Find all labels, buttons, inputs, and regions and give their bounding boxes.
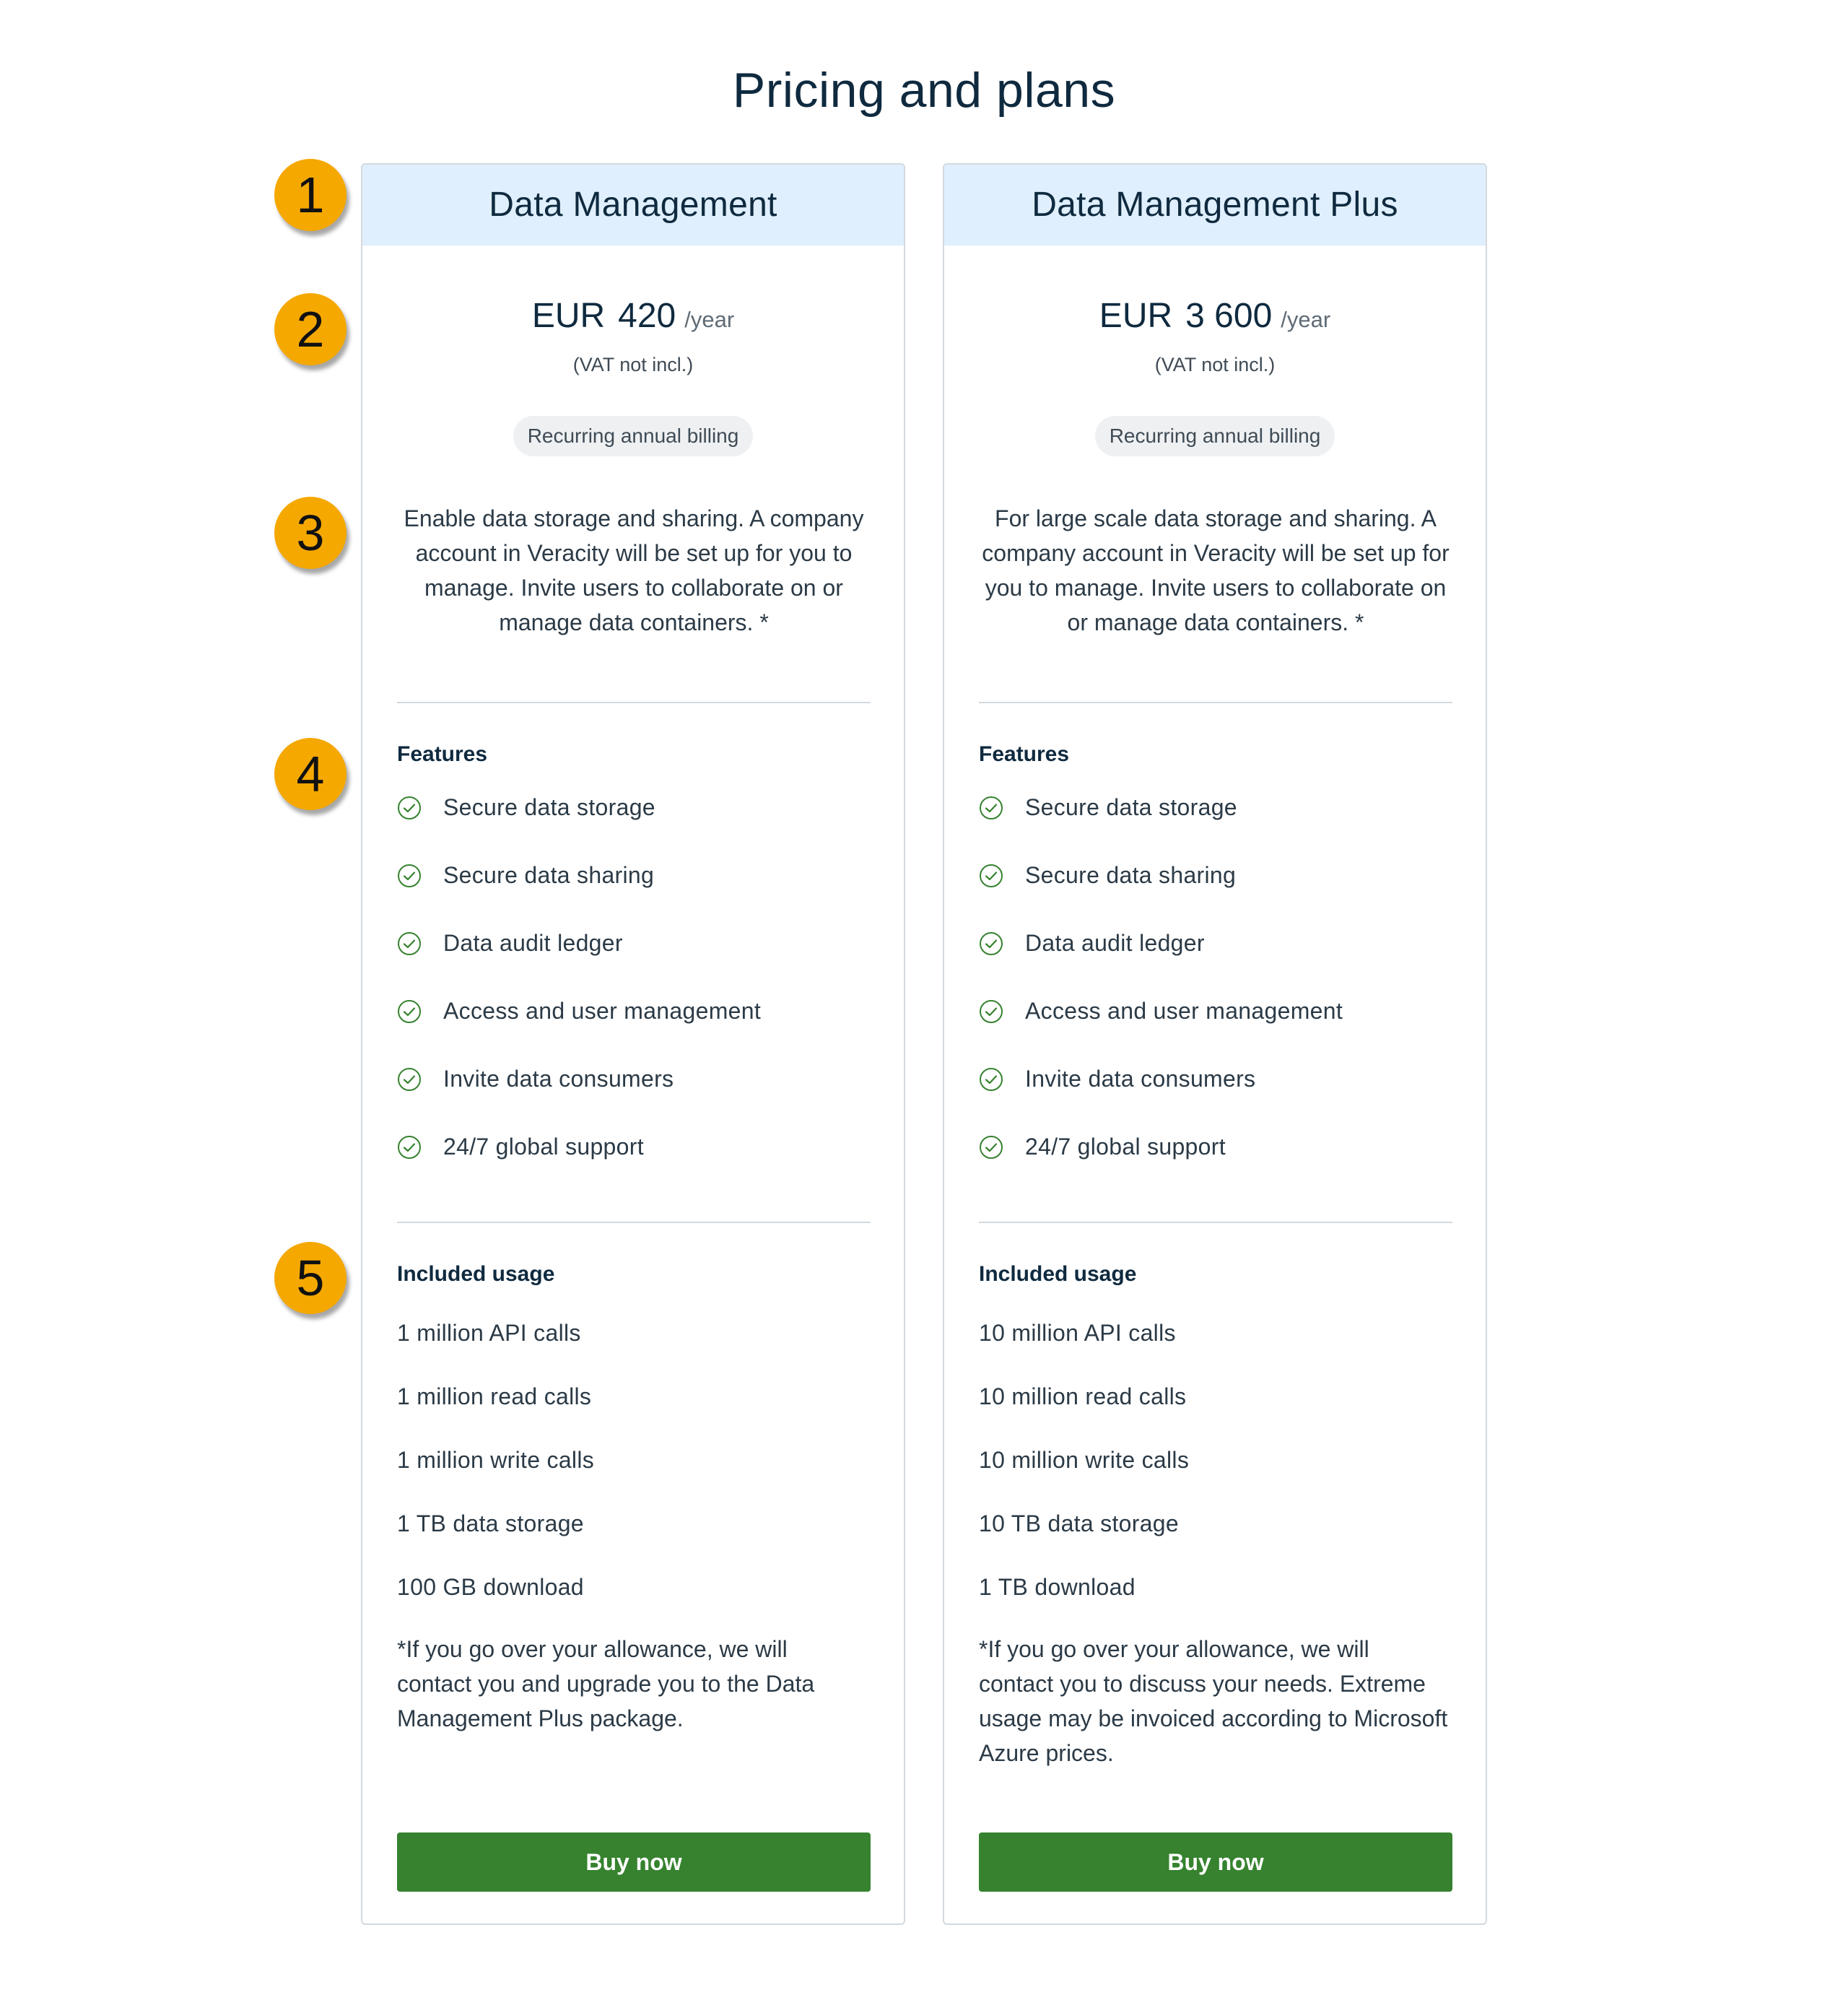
feature-label: Data audit ledger <box>443 930 623 956</box>
price-amount: 420 <box>618 297 676 335</box>
feature-label: Access and user management <box>1025 998 1343 1024</box>
feature-label: Secure data storage <box>1025 794 1237 820</box>
price-period: /year <box>1281 307 1331 332</box>
check-circle-icon <box>398 796 421 819</box>
feature-item: Invite data consumers <box>979 1064 1455 1132</box>
price: EUR 420/year <box>362 296 904 336</box>
features-title: Features <box>979 742 1070 766</box>
price-currency: EUR <box>531 297 606 335</box>
divider <box>979 702 1452 703</box>
check-circle-icon <box>980 796 1003 819</box>
page-title: Pricing and plans <box>732 62 1116 118</box>
footnote: *If you go over your allowance, we will … <box>979 1636 1448 1766</box>
price-period: /year <box>684 307 735 332</box>
feature-label: Secure data sharing <box>1025 862 1237 888</box>
step-marker-4: 4 <box>274 738 346 810</box>
feature-item: Secure data storage <box>397 793 873 861</box>
plan-card-data-management: Data Management EUR 420/year (VAT not inc… <box>361 163 905 1925</box>
plan-card-data-management-plus: Data Management Plus EUR 3 600/year (VAT … <box>943 163 1487 1925</box>
vat-note: (VAT not incl.) <box>572 354 694 375</box>
step-marker-5: 5 <box>274 1242 346 1314</box>
feature-item: 24/7 global support <box>979 1132 1455 1200</box>
divider <box>397 702 871 703</box>
features-list: Secure data storage Secure data sharing … <box>397 793 873 1200</box>
feature-item: Data audit ledger <box>397 929 873 996</box>
features-list: Secure data storage Secure data sharing … <box>979 793 1455 1200</box>
feature-label: Secure data sharing <box>443 862 655 888</box>
price-amount: 3 600 <box>1185 297 1273 335</box>
price: EUR 3 600/year <box>944 296 1486 336</box>
usage-item: 1 TB download <box>979 1574 1136 1600</box>
usage-item: 1 TB data storage <box>397 1510 584 1536</box>
plan-description: Enable data storage and sharing. A compa… <box>404 505 864 635</box>
plan-description: For large scale data storage and sharing… <box>982 505 1450 635</box>
feature-item: Invite data consumers <box>397 1064 873 1132</box>
usage-item: 1 million write calls <box>397 1447 595 1473</box>
feature-label: Secure data storage <box>443 794 655 820</box>
footnote: *If you go over your allowance, we will … <box>397 1636 815 1731</box>
feature-item: 24/7 global support <box>397 1132 873 1200</box>
usage-list: 1 million API calls 1 million read calls… <box>397 1318 873 1636</box>
usage-title: Included usage <box>979 1262 1137 1286</box>
divider <box>979 1222 1452 1223</box>
feature-label: 24/7 global support <box>1025 1134 1226 1160</box>
feature-item: Secure data sharing <box>979 861 1455 929</box>
feature-label: Invite data consumers <box>1025 1066 1256 1092</box>
plan-name: Data Management <box>362 165 904 245</box>
check-circle-icon <box>980 864 1003 887</box>
price-currency: EUR <box>1099 297 1173 335</box>
plan-name: Data Management Plus <box>944 165 1486 245</box>
usage-item: 100 GB download <box>397 1574 584 1600</box>
feature-item: Secure data storage <box>979 793 1455 861</box>
feature-label: Invite data consumers <box>443 1066 674 1092</box>
usage-list: 10 million API calls 10 million read cal… <box>979 1318 1455 1636</box>
billing-badge: Recurring annual billing <box>513 416 754 456</box>
usage-title: Included usage <box>397 1262 555 1286</box>
divider <box>397 1222 871 1223</box>
feature-item: Secure data sharing <box>397 861 873 929</box>
step-marker-2: 2 <box>274 293 346 365</box>
check-circle-icon <box>980 1136 1003 1159</box>
usage-item: 10 million API calls <box>979 1320 1176 1346</box>
usage-item: 1 million read calls <box>397 1383 592 1409</box>
billing-badge: Recurring annual billing <box>1094 416 1335 456</box>
check-circle-icon <box>398 1136 421 1159</box>
feature-label: Access and user management <box>443 998 762 1024</box>
feature-item: Data audit ledger <box>979 929 1455 996</box>
usage-item: 10 TB data storage <box>979 1510 1179 1536</box>
buy-now-button[interactable]: Buy now <box>979 1832 1452 1892</box>
step-marker-1: 1 <box>274 159 346 231</box>
check-circle-icon <box>980 1068 1003 1091</box>
buy-now-button[interactable]: Buy now <box>397 1832 871 1892</box>
feature-label: Data audit ledger <box>1025 930 1205 956</box>
check-circle-icon <box>980 932 1003 955</box>
feature-item: Access and user management <box>397 996 873 1064</box>
check-circle-icon <box>980 1000 1003 1023</box>
feature-item: Access and user management <box>979 996 1455 1064</box>
check-circle-icon <box>398 1068 421 1091</box>
feature-label: 24/7 global support <box>443 1134 644 1160</box>
vat-note: (VAT not incl.) <box>1154 354 1276 375</box>
usage-item: 10 million write calls <box>979 1447 1190 1473</box>
check-circle-icon <box>398 864 421 887</box>
check-circle-icon <box>398 932 421 955</box>
step-marker-3: 3 <box>274 497 346 569</box>
usage-item: 10 million read calls <box>979 1383 1187 1409</box>
check-circle-icon <box>398 1000 421 1023</box>
usage-item: 1 million API calls <box>397 1320 581 1346</box>
features-title: Features <box>397 742 488 766</box>
